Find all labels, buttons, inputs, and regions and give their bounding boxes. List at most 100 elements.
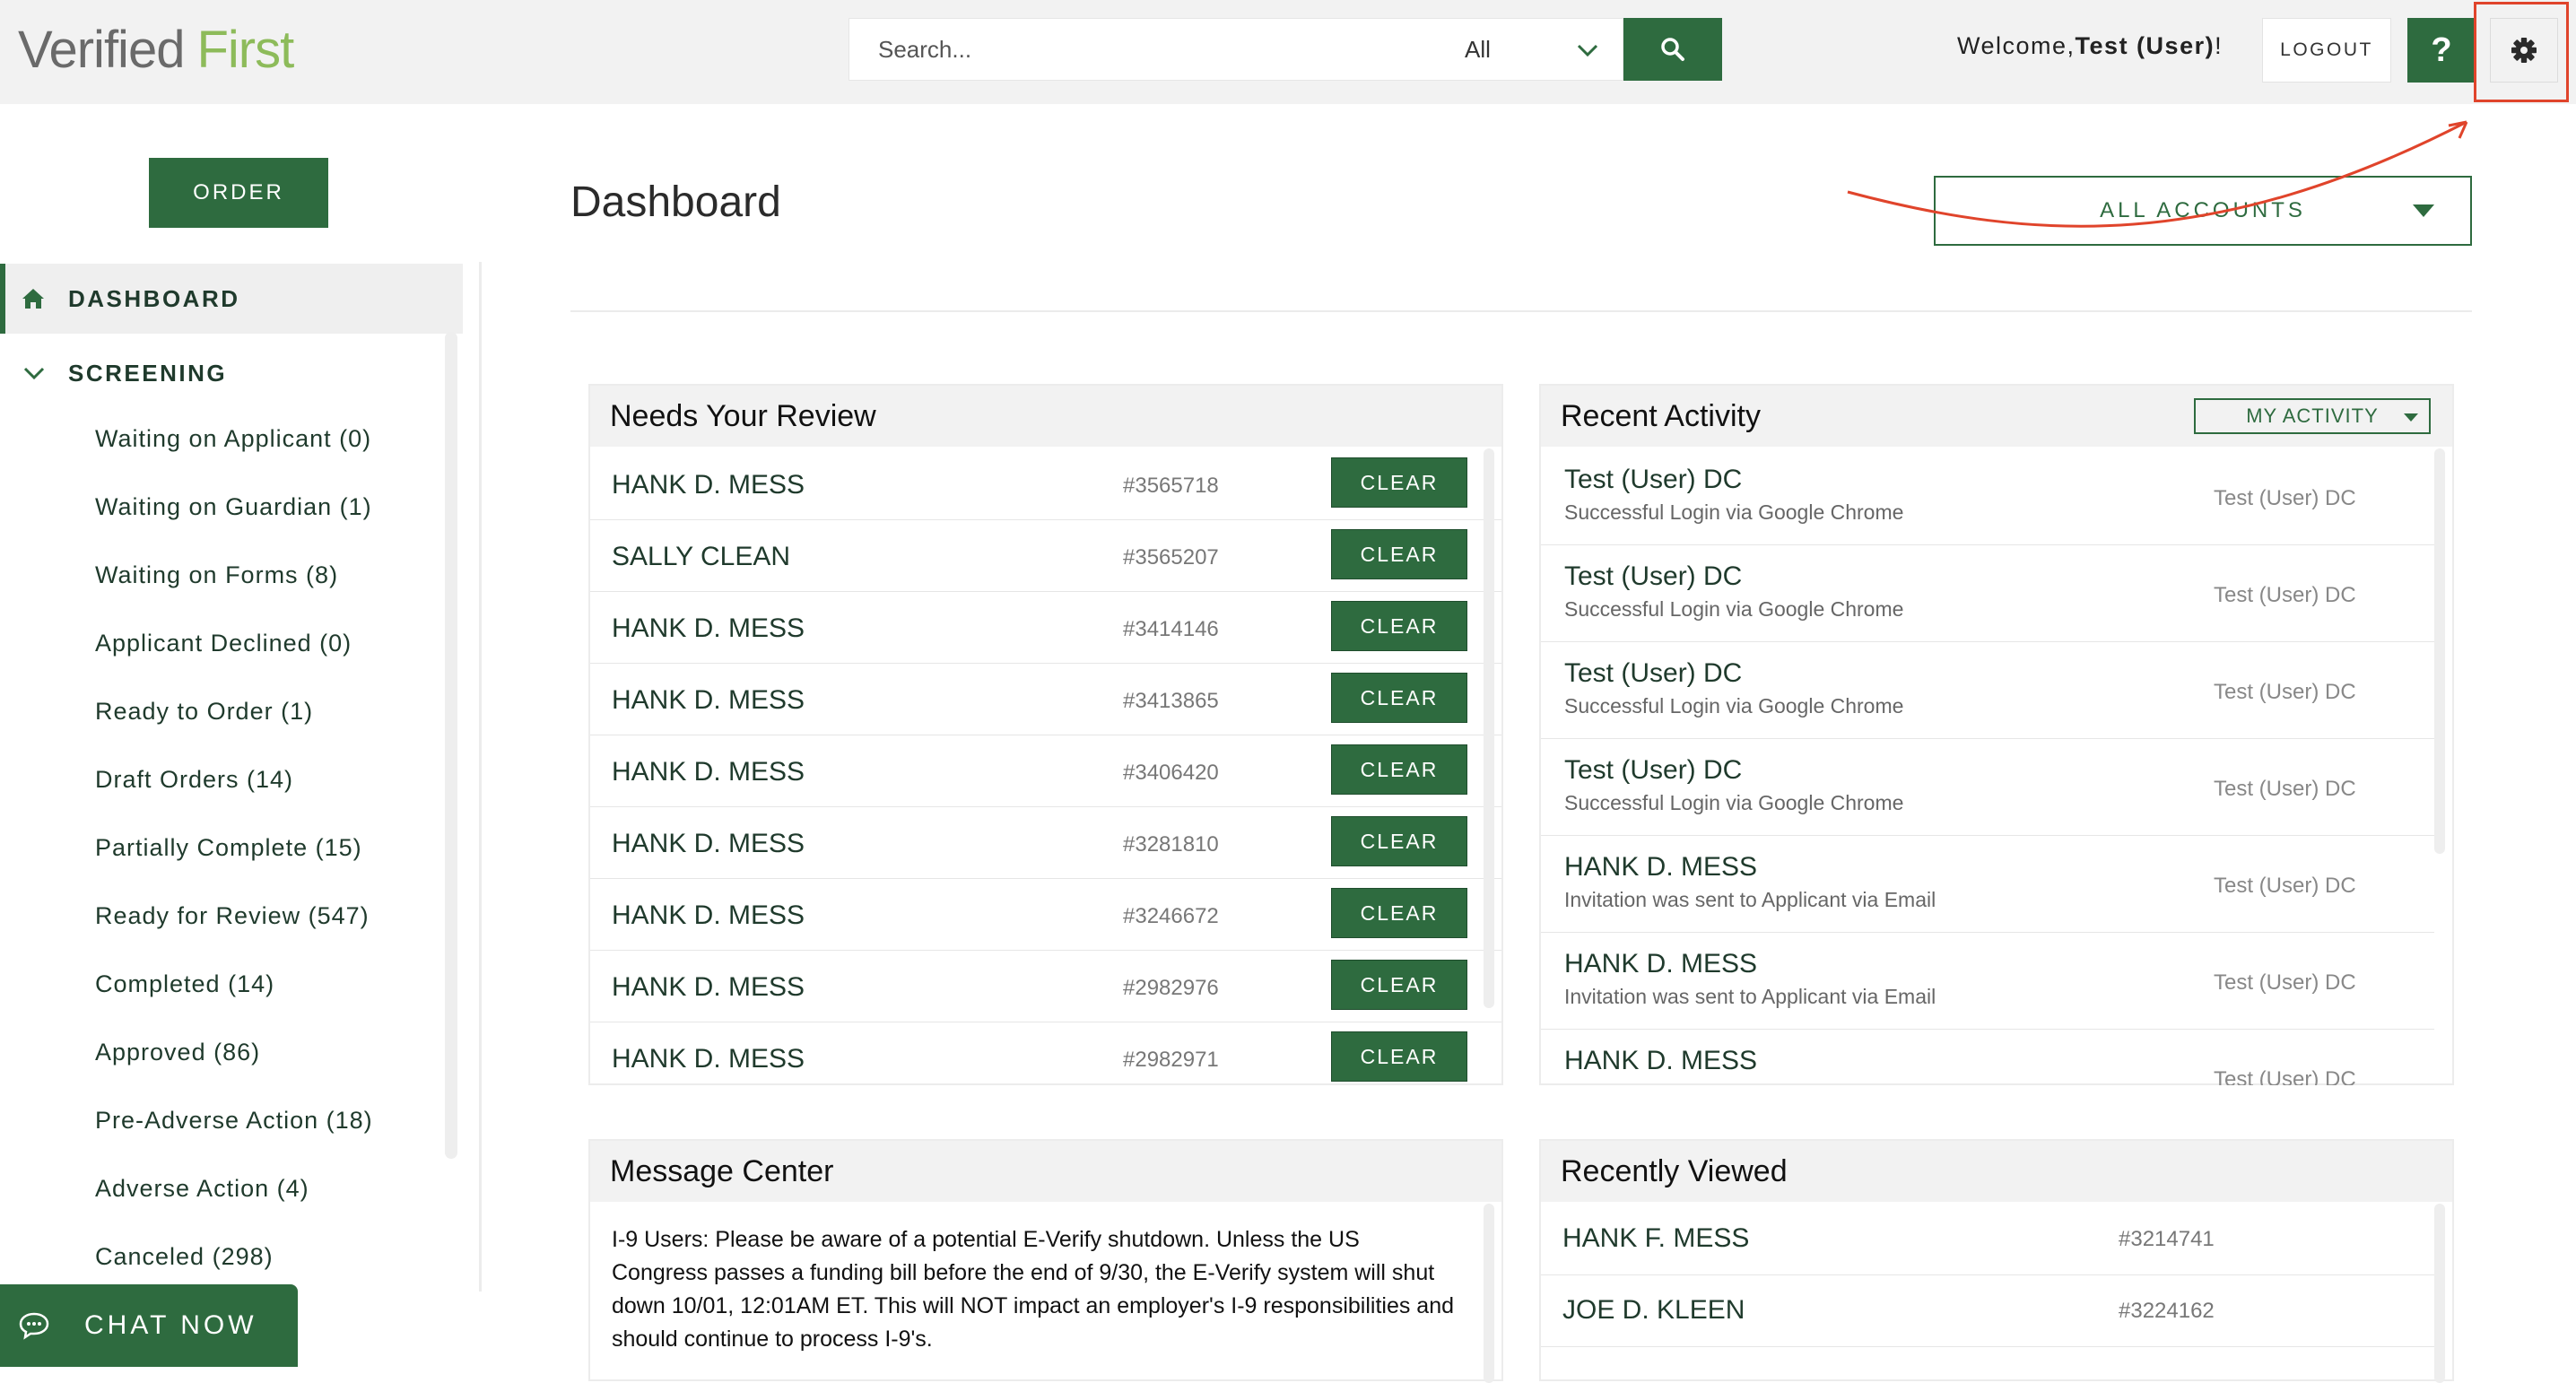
message-center-scrollbar[interactable] — [1484, 1204, 1494, 1383]
sidebar-item-completed[interactable]: Completed (14) — [95, 970, 274, 998]
sidebar-item-pre-adverse-action[interactable]: Pre-Adverse Action (18) — [95, 1107, 373, 1135]
sidebar-item-waiting-on-applicant[interactable]: Waiting on Applicant (0) — [95, 425, 371, 453]
recent-activity-panel: Recent Activity MY ACTIVITY Test (User) … — [1539, 384, 2454, 1085]
sidebar-item-dashboard[interactable]: DASHBOARD — [0, 264, 463, 334]
order-button[interactable]: ORDER — [149, 158, 328, 228]
applicant-name[interactable]: JOE D. KLEEN — [1562, 1295, 1745, 1326]
sidebar-item-label: DASHBOARD — [68, 284, 240, 312]
help-icon: ? — [2431, 30, 2452, 69]
verified-first-logo[interactable]: Verified First — [18, 18, 294, 81]
list-item[interactable]: Test (User) DC Successful Login via Goog… — [1541, 739, 2434, 836]
sidebar-item-waiting-on-guardian[interactable]: Waiting on Guardian (1) — [95, 493, 372, 521]
sidebar-item-applicant-declined[interactable]: Applicant Declined (0) — [95, 630, 352, 657]
activity-user: Test (User) DC — [2214, 583, 2356, 607]
clear-button[interactable]: CLEAR — [1331, 601, 1467, 651]
recent-activity-scrollbar[interactable] — [2434, 448, 2445, 854]
table-row[interactable]: HANK D. MESS #3281810 CLEAR — [590, 807, 1501, 879]
applicant-name[interactable]: HANK D. MESS — [612, 972, 805, 1003]
sidebar-item-canceled[interactable]: Canceled (298) — [95, 1243, 274, 1271]
table-row[interactable]: HANK D. MESS #2982971 CLEAR — [590, 1022, 1501, 1085]
table-row[interactable]: HANK D. MESS #3565718 CLEAR — [590, 448, 1501, 520]
list-item[interactable]: HANK D. MESS Invitation was sent to Appl… — [1541, 933, 2434, 1030]
chat-now-button[interactable]: CHAT NOW — [0, 1284, 298, 1367]
table-row[interactable]: HANK D. MESS #3406420 CLEAR — [590, 735, 1501, 807]
clear-button[interactable]: CLEAR — [1331, 744, 1467, 795]
clear-button[interactable]: CLEAR — [1331, 673, 1467, 723]
table-row[interactable]: HANK D. MESS #2982976 CLEAR — [590, 951, 1501, 1022]
needs-review-scrollbar[interactable] — [1484, 448, 1494, 1008]
sidebar-section-screening[interactable]: SCREENING — [0, 341, 448, 405]
sidebar-section-label: SCREENING — [68, 359, 228, 387]
sidebar-item-ready-for-review[interactable]: Ready for Review (547) — [95, 902, 370, 930]
home-icon — [22, 289, 44, 309]
sidebar-item-partially-complete[interactable]: Partially Complete (15) — [95, 834, 362, 862]
top-bar: Verified First All Welcome,Test (User)! … — [0, 0, 2576, 104]
my-activity-label: MY ACTIVITY — [2246, 404, 2379, 427]
list-item[interactable]: Test (User) DC Successful Login via Goog… — [1541, 642, 2434, 739]
table-row[interactable]: HANK D. MESS #3413865 CLEAR — [590, 664, 1501, 735]
order-number: #2982976 — [1123, 976, 1219, 1000]
all-accounts-dropdown[interactable]: ALL ACCOUNTS — [1934, 176, 2472, 246]
clear-button[interactable]: CLEAR — [1331, 816, 1467, 866]
settings-highlight-annotation — [2474, 2, 2569, 102]
clear-button[interactable]: CLEAR — [1331, 888, 1467, 938]
activity-user: Test (User) DC — [2214, 1067, 2356, 1085]
activity-description: Successful Login via Google Chrome — [1564, 597, 1904, 621]
order-number: #3414146 — [1123, 617, 1219, 641]
sidebar-item-adverse-action[interactable]: Adverse Action (4) — [95, 1175, 309, 1203]
activity-description: Successful Login via Google Chrome — [1564, 694, 1904, 718]
my-activity-dropdown[interactable]: MY ACTIVITY — [2194, 398, 2431, 434]
logo-text-first: First — [196, 20, 294, 79]
activity-description: Successful Login via Google Chrome — [1564, 791, 1904, 814]
page-title: Dashboard — [570, 178, 781, 226]
order-number: #3281810 — [1123, 832, 1219, 857]
sidebar-item-ready-to-order[interactable]: Ready to Order (1) — [95, 698, 313, 726]
logo-text-verified: Verified — [18, 20, 185, 79]
clear-button[interactable]: CLEAR — [1331, 960, 1467, 1010]
search-button[interactable] — [1623, 18, 1722, 81]
sidebar-item-waiting-on-forms[interactable]: Waiting on Forms (8) — [95, 561, 338, 589]
chevron-down-icon[interactable] — [1576, 39, 1599, 62]
applicant-name[interactable]: HANK D. MESS — [612, 900, 805, 931]
applicant-name[interactable]: HANK D. MESS — [612, 470, 805, 500]
list-item[interactable]: HANK D. MESS Test (User) DC — [1541, 1030, 2434, 1085]
sidebar-scrollbar[interactable] — [445, 332, 457, 1159]
clear-button[interactable]: CLEAR — [1331, 457, 1467, 508]
table-row[interactable]: HANK D. MESS #3414146 CLEAR — [590, 592, 1501, 664]
clear-button[interactable]: CLEAR — [1331, 529, 1467, 579]
search-input[interactable] — [849, 35, 1388, 64]
applicant-name[interactable]: HANK D. MESS — [612, 757, 805, 787]
list-item[interactable]: HANK F. MESS #3214741 — [1541, 1204, 2434, 1275]
activity-name[interactable]: Test (User) DC — [1564, 465, 1742, 495]
list-item[interactable]: HANK D. MESS Invitation was sent to Appl… — [1541, 836, 2434, 933]
table-row[interactable]: SALLY CLEAN #3565207 CLEAR — [590, 520, 1501, 592]
list-item[interactable]: JOE D. KLEEN #3224162 — [1541, 1275, 2434, 1347]
activity-name[interactable]: HANK D. MESS — [1564, 1046, 1757, 1076]
logout-button[interactable]: LOGOUT — [2262, 18, 2391, 83]
help-button[interactable]: ? — [2407, 18, 2476, 83]
activity-name[interactable]: Test (User) DC — [1564, 755, 1742, 786]
message-body: I-9 Users: Please be aware of a potentia… — [612, 1227, 1455, 1352]
activity-name[interactable]: Test (User) DC — [1564, 658, 1742, 689]
sidebar-item-draft-orders[interactable]: Draft Orders (14) — [95, 766, 293, 794]
applicant-name[interactable]: HANK D. MESS — [612, 613, 805, 644]
list-item[interactable]: Test (User) DC Successful Login via Goog… — [1541, 545, 2434, 642]
activity-name[interactable]: HANK D. MESS — [1564, 852, 1757, 883]
applicant-name[interactable]: HANK D. MESS — [612, 685, 805, 716]
chat-bubble-icon — [19, 1312, 49, 1340]
activity-user: Test (User) DC — [2214, 486, 2356, 510]
sidebar-item-approved[interactable]: Approved (86) — [95, 1039, 260, 1066]
applicant-name[interactable]: SALLY CLEAN — [612, 542, 790, 572]
activity-name[interactable]: Test (User) DC — [1564, 561, 1742, 592]
table-row[interactable]: HANK D. MESS #3246672 CLEAR — [590, 879, 1501, 951]
chat-now-label: CHAT NOW — [84, 1310, 257, 1340]
recently-viewed-scrollbar[interactable] — [2434, 1204, 2445, 1383]
applicant-name[interactable]: HANK F. MESS — [1562, 1223, 1749, 1254]
needs-review-panel: Needs Your Review HANK D. MESS #3565718 … — [588, 384, 1503, 1085]
search-scope-select[interactable]: All — [1465, 19, 1491, 80]
list-item[interactable]: Test (User) DC Successful Login via Goog… — [1541, 448, 2434, 545]
applicant-name[interactable]: HANK D. MESS — [612, 1044, 805, 1074]
activity-name[interactable]: HANK D. MESS — [1564, 949, 1757, 979]
clear-button[interactable]: CLEAR — [1331, 1031, 1467, 1082]
applicant-name[interactable]: HANK D. MESS — [612, 829, 805, 859]
